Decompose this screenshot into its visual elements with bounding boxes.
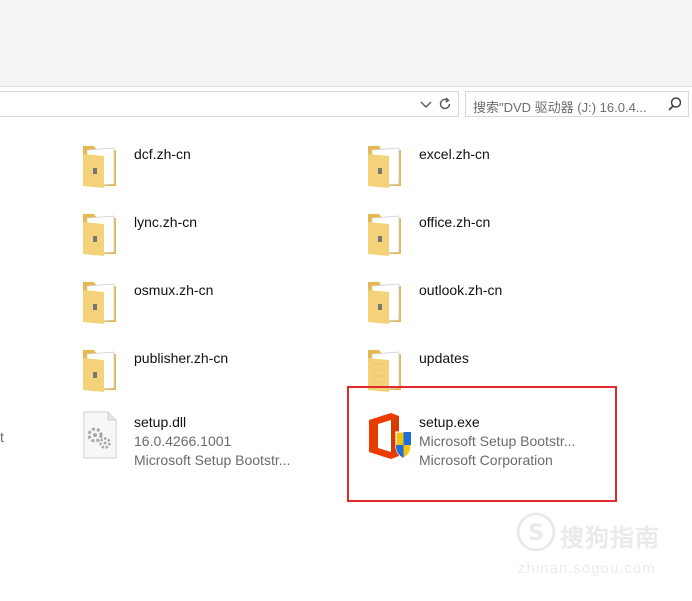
- ribbon-area: [0, 0, 692, 87]
- folder-icon: [80, 142, 120, 195]
- highlight-box: [347, 386, 617, 502]
- file-name: outlook.zh-cn: [419, 282, 503, 298]
- watermark-text: 搜狗指南: [560, 525, 660, 552]
- watermark-domain: zhinan.sogou.com: [518, 560, 656, 577]
- file-name: dcf.zh-cn: [134, 146, 191, 162]
- folder-icon: [365, 210, 405, 263]
- watermark: S 搜狗指南 zhinan.sogou.com: [512, 510, 682, 580]
- file-name: updates: [419, 350, 469, 366]
- file-name: excel.zh-cn: [419, 146, 490, 162]
- file-description: Microsoft Setup Bootstr...: [134, 452, 291, 468]
- cutoff-text: t: [0, 429, 4, 445]
- search-box[interactable]: 搜索"DVD 驱动器 (J:) 16.0.4...: [465, 91, 689, 117]
- sogou-logo-icon: S: [516, 512, 556, 557]
- folder-icon: [80, 346, 120, 399]
- dll-file-icon: [80, 410, 120, 465]
- search-input[interactable]: 搜索"DVD 驱动器 (J:) 16.0.4...: [473, 97, 659, 116]
- folder-icon: [365, 278, 405, 331]
- file-name: setup.dll: [134, 414, 187, 430]
- address-bar[interactable]: [0, 91, 459, 117]
- refresh-icon[interactable]: [437, 96, 453, 112]
- search-icon[interactable]: [667, 96, 683, 112]
- chevron-down-icon[interactable]: [418, 96, 434, 112]
- folder-icon: [80, 278, 120, 331]
- file-name: osmux.zh-cn: [134, 282, 214, 298]
- file-name: publisher.zh-cn: [134, 350, 229, 366]
- file-name: office.zh-cn: [419, 214, 491, 230]
- folder-icon: [80, 210, 120, 263]
- folder-icon: [365, 142, 405, 195]
- file-name: lync.zh-cn: [134, 214, 198, 230]
- file-version: 16.0.4266.1001: [134, 433, 232, 449]
- svg-text:S: S: [528, 521, 544, 546]
